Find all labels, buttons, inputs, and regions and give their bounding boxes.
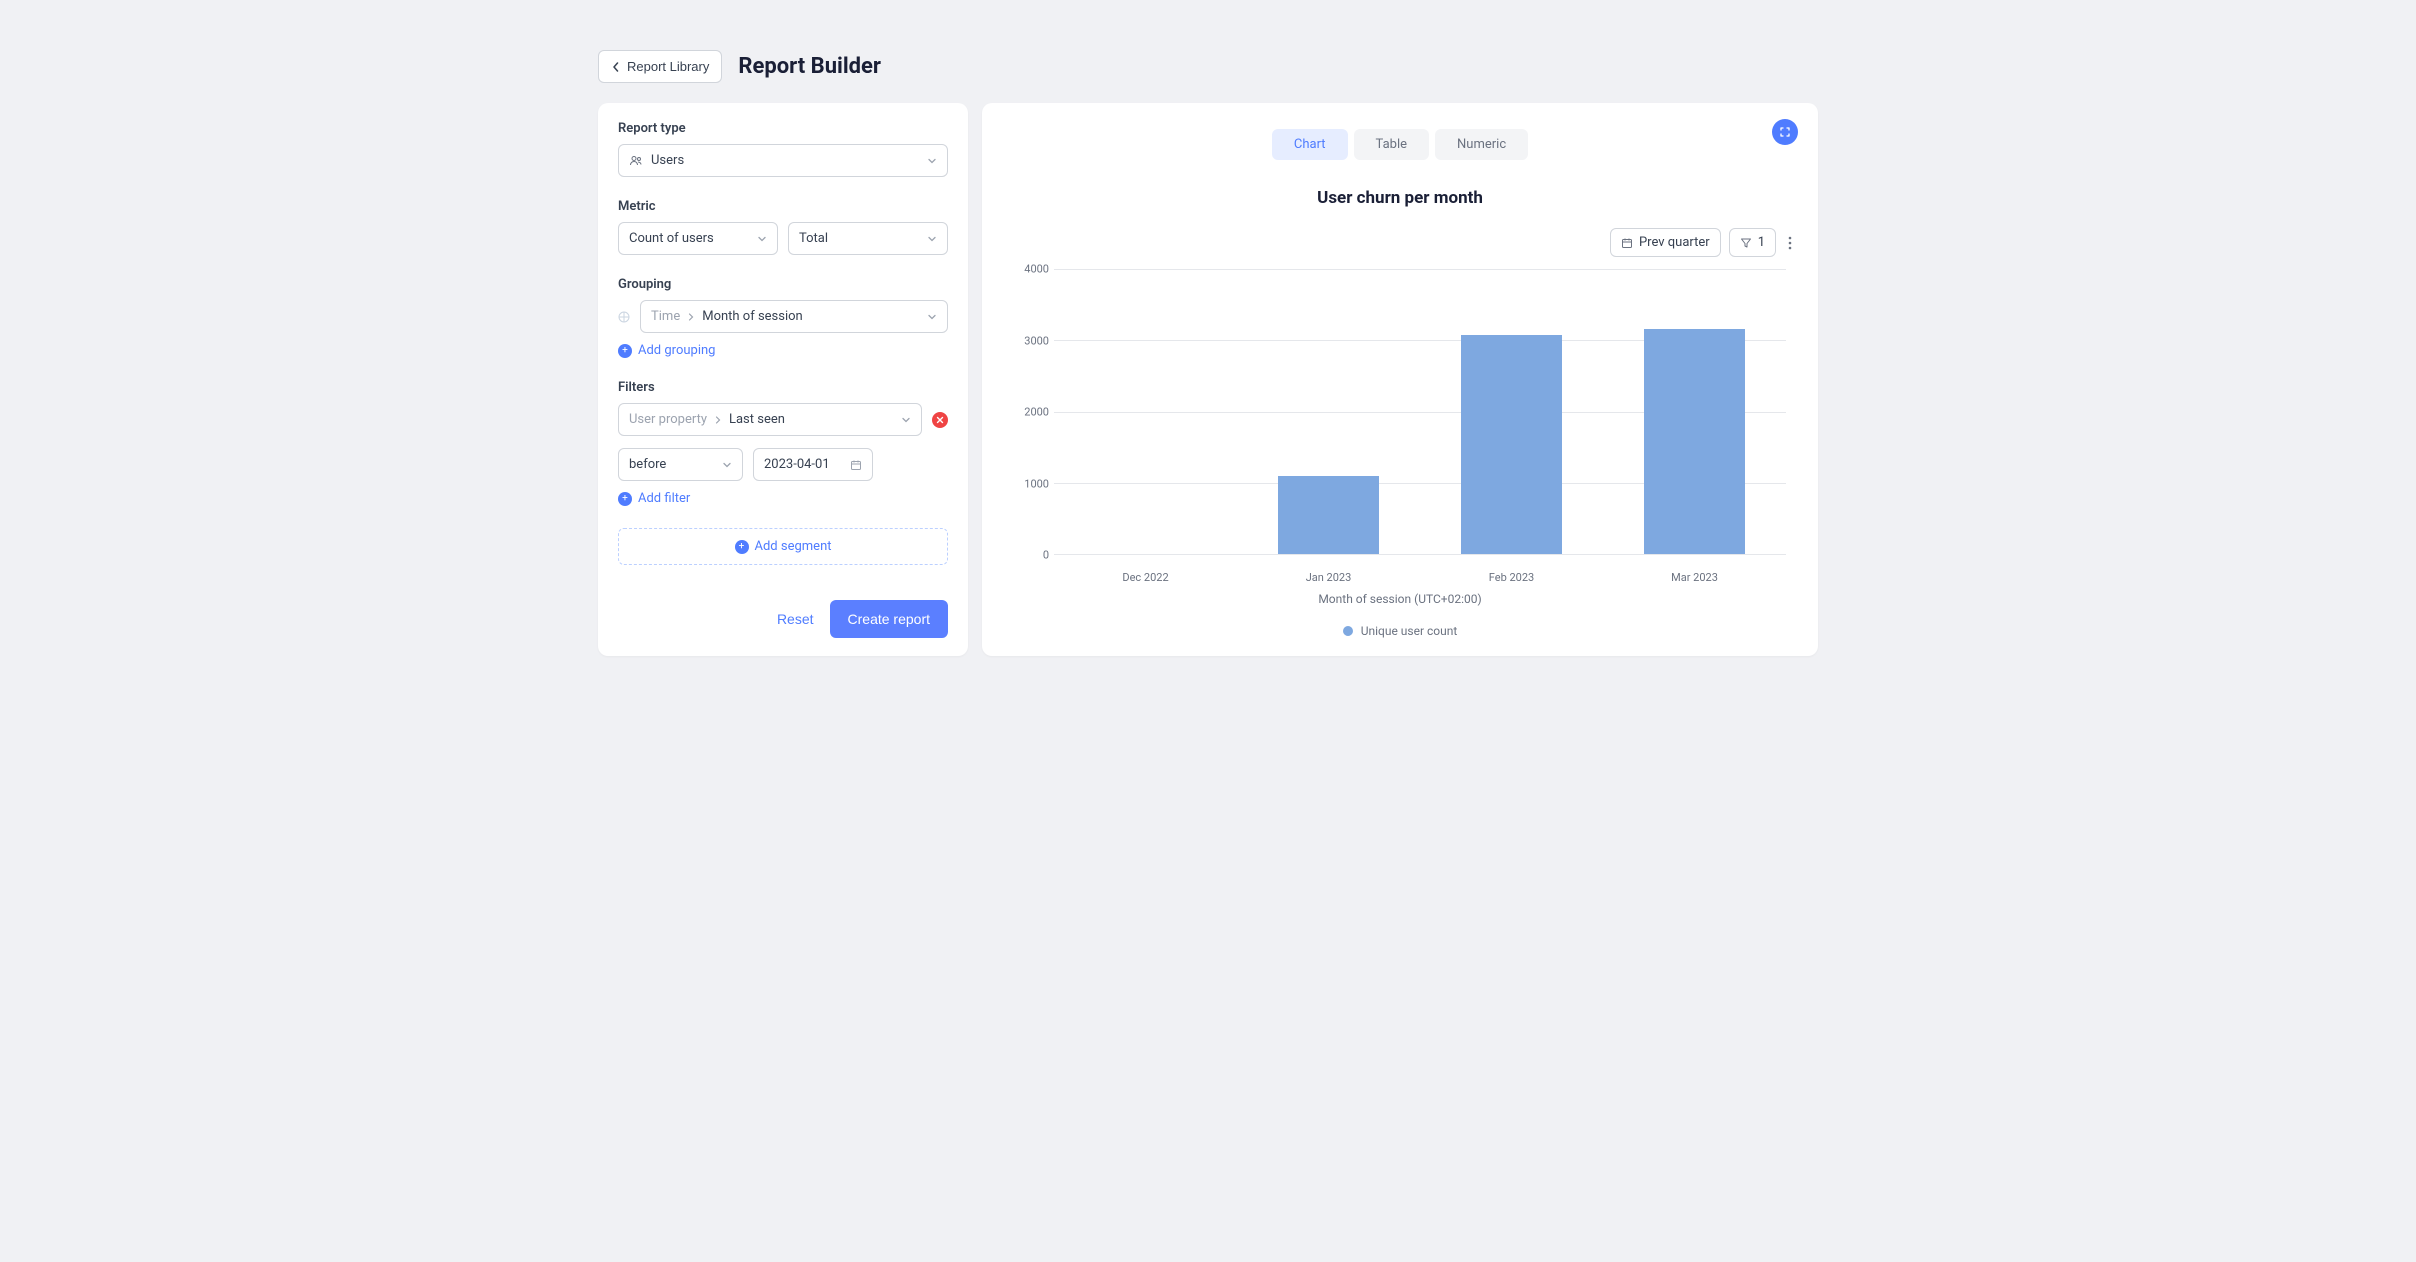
bar[interactable] [1461, 335, 1562, 554]
plus-icon: + [618, 344, 632, 358]
x-tick: Feb 2023 [1420, 569, 1603, 584]
more-menu-button[interactable] [1784, 232, 1796, 254]
filter-icon [1740, 237, 1752, 249]
section-metric: Metric Count of users Total [618, 199, 948, 255]
drag-handle-icon[interactable] [618, 311, 630, 323]
kebab-icon [1788, 236, 1792, 250]
create-report-button[interactable]: Create report [830, 600, 948, 638]
add-grouping-button[interactable]: + Add grouping [618, 343, 948, 358]
filter-operator-value: before [629, 457, 666, 472]
y-tick: 2000 [1024, 406, 1049, 419]
x-axis: Dec 2022Jan 2023Feb 2023Mar 2023 [1054, 569, 1786, 584]
report-type-label: Report type [618, 121, 948, 136]
chevron-down-icon [927, 312, 937, 322]
bar-slot [1237, 269, 1420, 554]
section-report-type: Report type Users [618, 121, 948, 177]
x-tick: Mar 2023 [1603, 569, 1786, 584]
chevron-down-icon [927, 234, 937, 244]
filter-prefix: User property [629, 412, 707, 427]
metric-agg-select[interactable]: Total [788, 222, 948, 255]
filter-property-value: Last seen [729, 412, 785, 427]
tab-chart[interactable]: Chart [1272, 129, 1348, 160]
y-tick: 1000 [1024, 477, 1049, 490]
builder-panel: Report type Users Metric Count of users [598, 103, 968, 656]
filter-chip[interactable]: 1 [1729, 228, 1776, 257]
filter-date-input[interactable]: 2023-04-01 [753, 448, 873, 481]
y-axis: 01000200030004000 [1009, 269, 1049, 555]
filter-property-select[interactable]: User property Last seen [618, 403, 922, 436]
legend-dot [1343, 626, 1353, 636]
calendar-icon [850, 459, 862, 471]
expand-icon [1779, 126, 1791, 138]
report-type-value: Users [651, 153, 684, 168]
calendar-icon [1621, 237, 1633, 249]
filter-date-value: 2023-04-01 [764, 457, 830, 472]
grouping-prefix: Time [651, 309, 680, 324]
reset-button[interactable]: Reset [777, 611, 814, 627]
date-range-label: Prev quarter [1639, 235, 1710, 250]
grouping-select[interactable]: Time Month of session [640, 300, 948, 333]
filter-operator-select[interactable]: before [618, 448, 743, 481]
footer-actions: Reset Create report [618, 580, 948, 638]
add-grouping-label: Add grouping [638, 343, 715, 358]
grid-line [1054, 554, 1786, 555]
filter-count: 1 [1758, 235, 1765, 250]
bar[interactable] [1278, 476, 1379, 554]
expand-button[interactable] [1772, 119, 1798, 145]
view-tabs: Chart Table Numeric [1004, 129, 1796, 160]
metric-label: Metric [618, 199, 948, 214]
metric-agg-value: Total [799, 231, 828, 246]
bar-slot [1603, 269, 1786, 554]
metric-value: Count of users [629, 231, 714, 246]
metric-select[interactable]: Count of users [618, 222, 778, 255]
remove-filter-button[interactable] [932, 412, 948, 428]
grouping-value: Month of session [702, 309, 803, 324]
chevron-down-icon [722, 460, 732, 470]
header: Report Library Report Builder [598, 50, 1818, 83]
chevron-down-icon [757, 234, 767, 244]
x-axis-title: Month of session (UTC+02:00) [1004, 592, 1796, 606]
add-filter-label: Add filter [638, 491, 690, 506]
chevron-down-icon [927, 156, 937, 166]
bar-slot [1420, 269, 1603, 554]
add-filter-button[interactable]: + Add filter [618, 491, 948, 506]
grouping-label: Grouping [618, 277, 948, 292]
add-segment-label: Add segment [755, 539, 832, 554]
back-button-label: Report Library [627, 59, 709, 74]
bar-slot [1054, 269, 1237, 554]
page-title: Report Builder [738, 54, 881, 79]
section-grouping: Grouping Time Month of session [618, 277, 948, 358]
section-filters: Filters User property Last seen [618, 380, 948, 506]
date-range-chip[interactable]: Prev quarter [1610, 228, 1721, 257]
bar[interactable] [1644, 329, 1745, 554]
legend: Unique user count [1004, 624, 1796, 638]
close-icon [936, 416, 944, 424]
y-tick: 3000 [1024, 334, 1049, 347]
tab-table[interactable]: Table [1354, 129, 1429, 160]
y-tick: 4000 [1024, 263, 1049, 276]
filters-label: Filters [618, 380, 948, 395]
x-tick: Dec 2022 [1054, 569, 1237, 584]
y-tick: 0 [1043, 549, 1049, 562]
tab-numeric[interactable]: Numeric [1435, 129, 1528, 160]
plot [1054, 269, 1786, 555]
chart-area: 01000200030004000 [1054, 269, 1786, 569]
chart-controls: Prev quarter 1 [1004, 228, 1796, 257]
chevron-right-icon [688, 313, 694, 321]
plus-icon: + [618, 492, 632, 506]
report-type-select[interactable]: Users [618, 144, 948, 177]
chart-title: User churn per month [1004, 188, 1796, 208]
legend-label: Unique user count [1361, 624, 1458, 638]
plus-icon: + [735, 540, 749, 554]
back-button[interactable]: Report Library [598, 50, 722, 83]
add-segment-button[interactable]: + Add segment [618, 528, 948, 565]
chevron-down-icon [901, 415, 911, 425]
chevron-left-icon [611, 62, 621, 72]
users-icon [629, 154, 643, 168]
x-tick: Jan 2023 [1237, 569, 1420, 584]
chart-panel: Chart Table Numeric User churn per month… [982, 103, 1818, 656]
chevron-right-icon [715, 416, 721, 424]
